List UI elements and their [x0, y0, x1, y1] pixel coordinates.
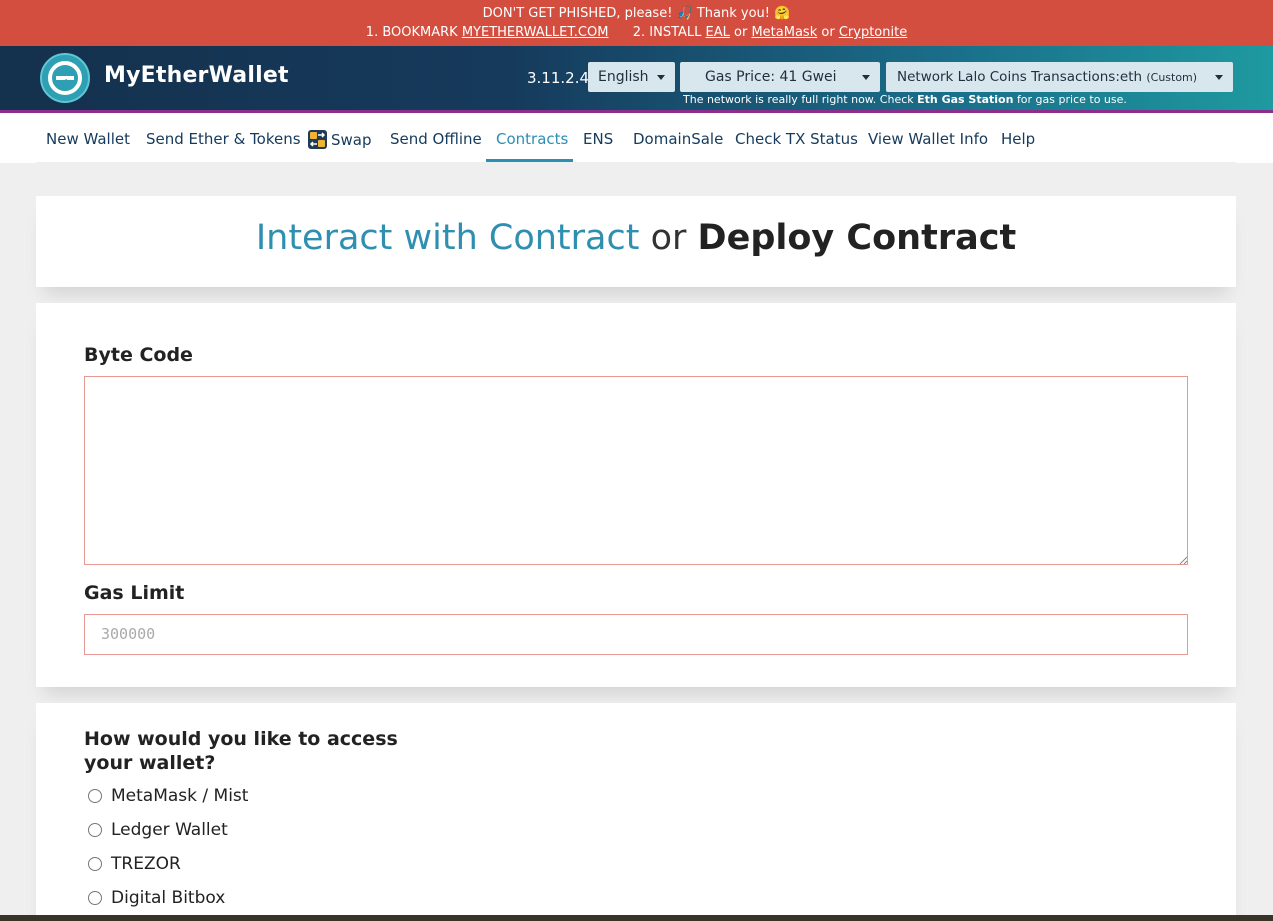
network-dropdown[interactable]: Network Lalo Coins Transactions:eth (Cus…	[886, 62, 1233, 92]
cryptonite-link[interactable]: Cryptonite	[839, 25, 907, 40]
metamask-link[interactable]: MetaMask	[751, 25, 817, 40]
page-title: Interact with Contract or Deploy Contrac…	[36, 218, 1236, 258]
metamask-radio[interactable]	[88, 789, 102, 803]
digital-bitbox-label[interactable]: Digital Bitbox	[111, 888, 225, 908]
interact-with-contract-link[interactable]: Interact with Contract	[256, 218, 640, 258]
digital-bitbox-radio[interactable]	[88, 891, 102, 905]
install-step-label: 2. INSTALL	[632, 25, 702, 40]
bytecode-textarea[interactable]	[84, 376, 1188, 565]
or-text: or	[734, 25, 748, 40]
app-name[interactable]: MyEtherWallet	[104, 63, 289, 88]
tab-send-ether-tokens[interactable]: Send Ether & Tokens	[146, 130, 301, 148]
gas-price-value: Gas Price: 41 Gwei	[705, 69, 837, 85]
tab-send-offline[interactable]: Send Offline	[390, 130, 482, 148]
tab-view-wallet-info[interactable]: View Wallet Info	[868, 130, 988, 148]
myetherwallet-bookmark-link[interactable]: MYETHERWALLET.COM	[462, 25, 609, 40]
deploy-contract-form: Byte Code Gas Limit 300000	[36, 303, 1236, 687]
network-custom-tag: (Custom)	[1146, 71, 1198, 84]
resize-handle-icon[interactable]	[1179, 556, 1188, 565]
language-dropdown[interactable]: English	[588, 62, 675, 92]
gas-limit-label: Gas Limit	[84, 582, 185, 604]
or-text: or	[821, 25, 835, 40]
gas-price-note: The network is really full right now. Ch…	[683, 93, 1127, 106]
tab-check-tx-status[interactable]: Check TX Status	[735, 130, 858, 148]
bytecode-label: Byte Code	[84, 344, 193, 366]
gas-note-suffix: for gas price to use.	[1016, 93, 1127, 106]
metamask-label[interactable]: MetaMask / Mist	[111, 786, 248, 806]
chevron-down-icon	[1215, 75, 1223, 80]
contract-title-panel: Interact with Contract or Deploy Contrac…	[36, 196, 1236, 287]
main-nav: New Wallet Send Ether & Tokens Swap Send…	[36, 113, 1236, 163]
trezor-label[interactable]: TREZOR	[111, 854, 181, 874]
eth-gas-station-link[interactable]: Eth Gas Station	[917, 93, 1013, 106]
window-bottom-edge	[0, 915, 1273, 921]
chevron-down-icon	[657, 75, 665, 80]
tab-ens[interactable]: ENS	[583, 130, 613, 148]
tab-contracts[interactable]: Contracts	[496, 130, 568, 148]
version-label: 3.11.2.4	[527, 69, 590, 87]
eal-link[interactable]: EAL	[706, 25, 730, 40]
phishing-warning-banner: DON'T GET PHISHED, please! 🎣 Thank you! …	[0, 0, 1273, 46]
title-or-text: or	[650, 218, 687, 258]
wallet-access-panel: How would you like to access your wallet…	[36, 703, 1236, 921]
language-value: English	[598, 69, 649, 85]
wallet-access-question: How would you like to access your wallet…	[84, 728, 398, 774]
swap-icon	[308, 130, 327, 149]
active-tab-indicator	[486, 159, 573, 162]
gas-note-text: The network is really full right now. Ch…	[683, 93, 914, 106]
ledger-radio[interactable]	[88, 823, 102, 837]
myetherwallet-logo-icon[interactable]	[40, 53, 90, 103]
gas-limit-input[interactable]: 300000	[84, 614, 1188, 655]
chevron-down-icon	[862, 75, 870, 80]
gas-price-dropdown[interactable]: Gas Price: 41 Gwei	[680, 62, 880, 92]
trezor-radio[interactable]	[88, 857, 102, 871]
tab-domainsale[interactable]: DomainSale	[633, 130, 723, 148]
network-value: Network Lalo Coins Transactions:eth	[897, 69, 1143, 85]
tab-swap-label: Swap	[331, 131, 372, 149]
tab-help[interactable]: Help	[1001, 130, 1035, 148]
ledger-label[interactable]: Ledger Wallet	[111, 820, 228, 840]
phishing-warning-text: DON'T GET PHISHED, please! 🎣 Thank you! …	[482, 6, 791, 21]
tab-new-wallet[interactable]: New Wallet	[46, 130, 130, 148]
tab-swap[interactable]: Swap	[308, 130, 372, 149]
bookmark-step-label: 1. BOOKMARK	[365, 25, 458, 40]
deploy-contract-heading: Deploy Contract	[697, 218, 1017, 258]
